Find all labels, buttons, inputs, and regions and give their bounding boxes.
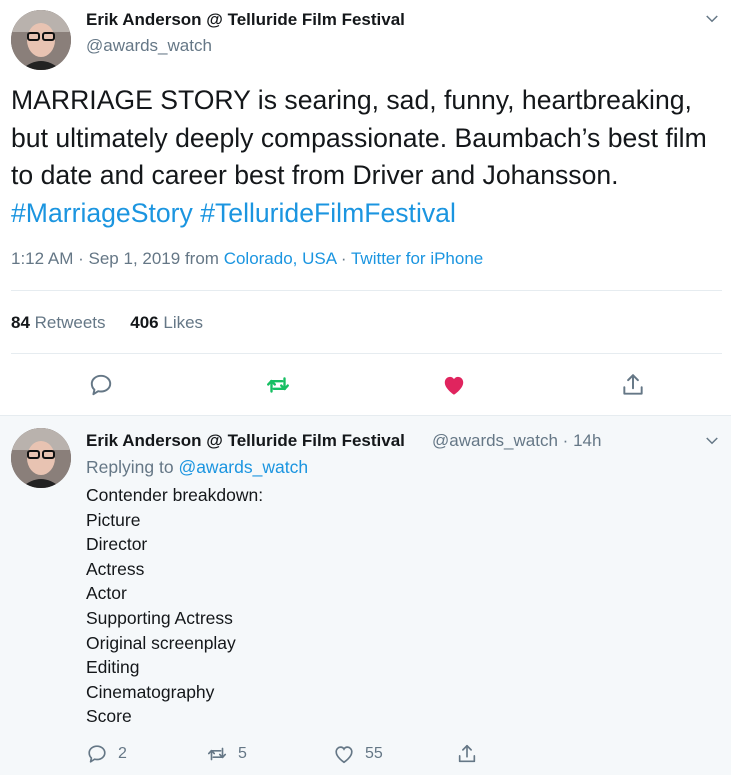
- divider: [11, 290, 722, 291]
- share-icon[interactable]: [620, 372, 646, 398]
- chevron-down-icon[interactable]: [703, 10, 721, 28]
- author-handle[interactable]: @awards_watch: [86, 36, 212, 56]
- meta-separator: ·: [78, 249, 84, 268]
- reply-line: Supporting Actress: [86, 607, 233, 628]
- tweet-metadata: 1:12 AM · Sep 1, 2019 from Colorado, USA…: [11, 249, 483, 269]
- share-icon: [458, 744, 476, 763]
- retweets-label: Retweets: [34, 313, 106, 332]
- reply-line: Picture: [86, 509, 141, 530]
- reply-line: Contender breakdown:: [86, 485, 264, 505]
- tweet-date[interactable]: Sep 1, 2019: [89, 249, 181, 268]
- heart-icon: [335, 746, 353, 764]
- heart-icon[interactable]: [441, 372, 467, 398]
- reply-author-meta: @awards_watch · 14h: [432, 431, 601, 451]
- reply-line: Actress: [86, 558, 145, 579]
- reply-avatar[interactable]: [11, 428, 71, 488]
- tweet-body: MARRIAGE STORY is searing, sad, funny, h…: [11, 85, 707, 190]
- hashtag-telluridefilmfestival[interactable]: #TellurideFilmFestival: [200, 198, 456, 228]
- replying-to-label: Replying to: [86, 457, 174, 477]
- reply-share-button[interactable]: [456, 742, 488, 766]
- meta-separator-2: ·: [340, 249, 347, 268]
- reply-line: Original screenplay: [86, 632, 236, 653]
- likes-label: Likes: [163, 313, 204, 332]
- avatar[interactable]: [11, 10, 71, 70]
- likes-stat[interactable]: 406 Likes: [130, 313, 203, 332]
- reply-line: Editing: [86, 657, 140, 678]
- from-label: from: [184, 249, 219, 268]
- reply-icon[interactable]: [88, 372, 114, 398]
- reply-line: Actor: [86, 583, 127, 604]
- reply-retweet-button[interactable]: 5: [206, 742, 247, 766]
- reply-line: Cinematography: [86, 681, 215, 702]
- retweets-count: 84: [11, 313, 30, 332]
- retweet-count: 5: [238, 745, 247, 762]
- source-link[interactable]: Twitter for iPhone: [351, 249, 483, 268]
- reply-separator: ·: [562, 431, 569, 450]
- hashtag-marriagestory[interactable]: #MarriageStory: [11, 198, 193, 228]
- likes-count: 406: [130, 313, 159, 332]
- reply-text: Contender breakdown: Picture Director Ac…: [86, 483, 263, 729]
- reply-icon: [88, 745, 106, 763]
- reply-author-name[interactable]: Erik Anderson @ Telluride Film Festival: [86, 431, 405, 451]
- retweet-icon: [207, 747, 227, 761]
- reply-line: Score: [86, 706, 132, 727]
- tweet-text: MARRIAGE STORY is searing, sad, funny, h…: [11, 82, 726, 232]
- reply-reply-button[interactable]: 2: [86, 742, 127, 766]
- location-link[interactable]: Colorado, USA: [224, 249, 336, 268]
- reply-count: 2: [118, 745, 127, 762]
- tweet-time[interactable]: 1:12 AM: [11, 249, 73, 268]
- retweet-icon[interactable]: [265, 372, 291, 398]
- retweets-stat[interactable]: 84 Retweets: [11, 313, 106, 332]
- reply-author-handle[interactable]: @awards_watch: [432, 431, 558, 450]
- chevron-down-icon[interactable]: [703, 432, 721, 450]
- reply-like-button[interactable]: 55: [333, 742, 383, 766]
- like-count: 55: [365, 745, 383, 762]
- reply-line: Director: [86, 534, 148, 555]
- divider: [11, 353, 722, 354]
- replying-to: Replying to @awards_watch: [86, 457, 308, 478]
- author-name[interactable]: Erik Anderson @ Telluride Film Festival: [86, 10, 405, 30]
- tweet-stats: 84 Retweets 406 Likes: [11, 313, 203, 333]
- replying-to-handle[interactable]: @awards_watch: [178, 457, 308, 477]
- reply-time[interactable]: 14h: [573, 431, 601, 450]
